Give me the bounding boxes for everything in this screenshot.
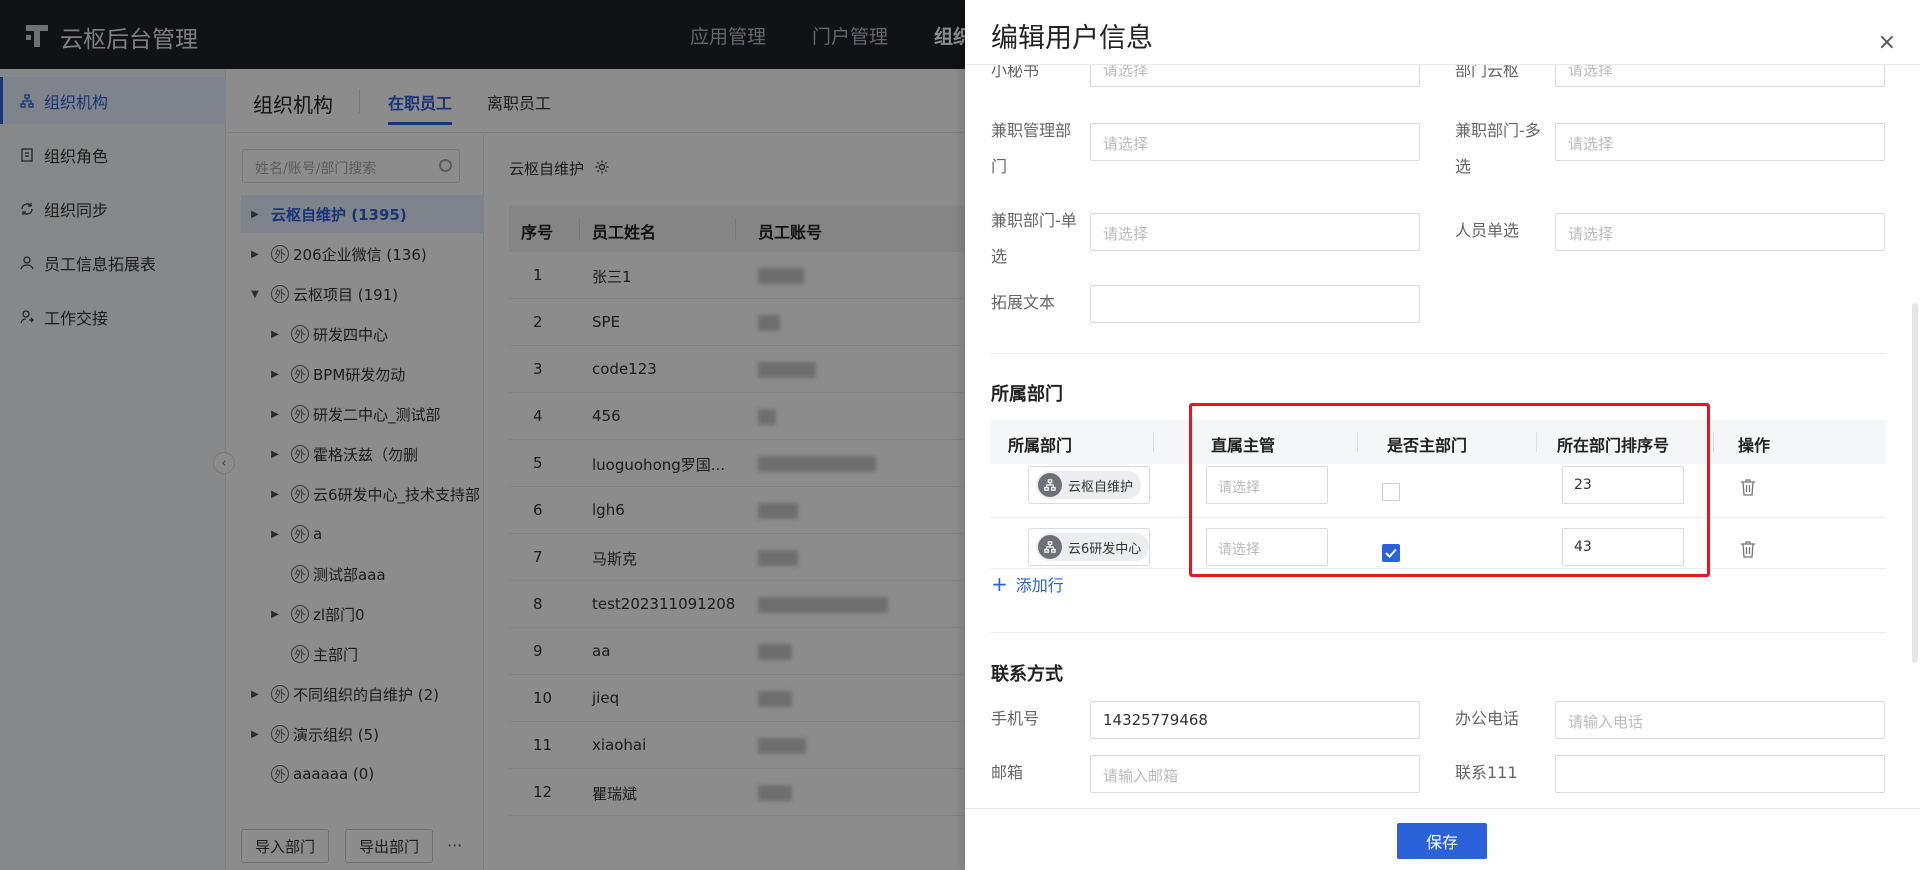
- office-phone-input[interactable]: 请输入电话: [1555, 701, 1885, 739]
- edit-user-drawer: 编辑用户信息 × 小秘书 请选择 部门云枢 请选择 兼职管理部门 请选择 兼职部…: [965, 0, 1920, 870]
- ext-text-input[interactable]: [1090, 285, 1420, 323]
- ext-text-label: 拓展文本: [991, 293, 1056, 312]
- scrollbar[interactable]: [1912, 303, 1918, 663]
- phone-label: 手机号: [991, 709, 1040, 728]
- person-single-label: 人员单选: [1455, 221, 1520, 240]
- close-icon[interactable]: ×: [1878, 30, 1896, 55]
- contact-section-title: 联系方式: [991, 664, 1063, 685]
- highlight-annotation: [1189, 403, 1710, 577]
- divider: [991, 353, 1886, 354]
- parttime-mgmt-dept-select[interactable]: 请选择: [1090, 123, 1420, 161]
- secretary-label: 小秘书: [991, 65, 1040, 80]
- org-icon: [1038, 535, 1062, 559]
- save-button[interactable]: 保存: [1397, 823, 1487, 859]
- trash-icon[interactable]: [1740, 478, 1756, 496]
- email-input[interactable]: 请输入邮箱: [1090, 755, 1420, 793]
- contact111-label: 联系111: [1455, 763, 1518, 782]
- person-single-select[interactable]: 请选择: [1555, 213, 1885, 251]
- drawer-footer: 保存: [965, 808, 1920, 870]
- add-row-label: 添加行: [1015, 576, 1064, 595]
- parttime-dept-single-select[interactable]: 请选择: [1090, 213, 1420, 251]
- divider: [991, 632, 1886, 633]
- plus-icon: +: [991, 572, 1008, 596]
- add-row-button[interactable]: + 添加行: [991, 572, 1064, 596]
- modal-overlay[interactable]: [0, 0, 965, 870]
- org-icon: [1038, 473, 1062, 497]
- drawer-title: 编辑用户信息: [991, 23, 1153, 54]
- form-body: 小秘书 请选择 部门云枢 请选择 兼职管理部门 请选择 兼职部门-多选 请选择 …: [965, 65, 1920, 808]
- dept-yunshu-select[interactable]: 请选择: [1555, 65, 1885, 87]
- column-header: 操作: [1738, 436, 1771, 455]
- phone-input[interactable]: 14325779468: [1090, 701, 1420, 739]
- parttime-mgmt-dept-label: 兼职管理部门: [991, 121, 1072, 176]
- trash-icon[interactable]: [1740, 540, 1756, 558]
- column-header: 所属部门: [1008, 436, 1073, 455]
- dept-name: 云6研发中心: [1068, 541, 1142, 557]
- dept-name: 云枢自维护: [1068, 479, 1134, 495]
- parttime-dept-multi-select[interactable]: 请选择: [1555, 123, 1885, 161]
- dept-yunshu-label: 部门云枢: [1455, 65, 1520, 80]
- office-phone-label: 办公电话: [1455, 709, 1520, 728]
- dept-tag[interactable]: 云6研发中心: [1028, 528, 1150, 566]
- dept-tag[interactable]: 云枢自维护: [1028, 466, 1150, 504]
- contact111-input[interactable]: [1555, 755, 1885, 793]
- parttime-dept-multi-label: 兼职部门-多选: [1455, 121, 1541, 176]
- parttime-dept-single-label: 兼职部门-单选: [991, 211, 1077, 266]
- dept-section-title: 所属部门: [991, 384, 1063, 405]
- secretary-select[interactable]: 请选择: [1090, 65, 1420, 87]
- email-label: 邮箱: [991, 763, 1024, 782]
